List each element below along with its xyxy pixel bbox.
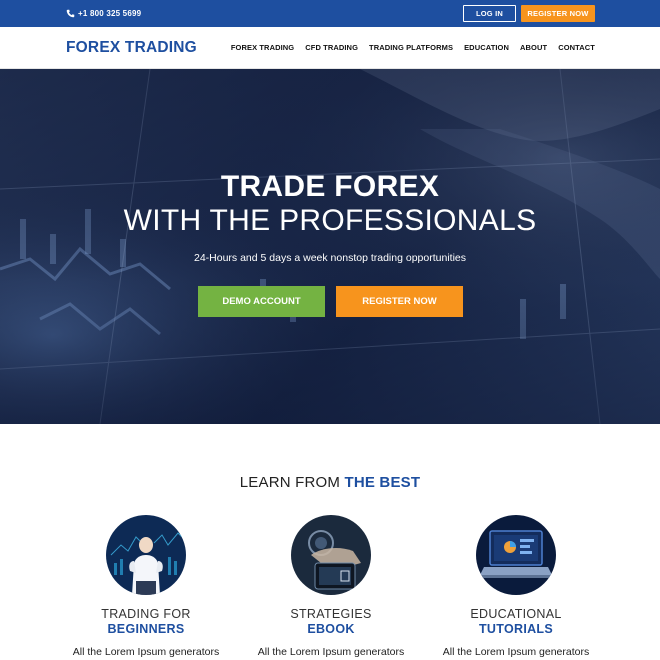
main-nav: FOREX TRADING CFD TRADING TRADING PLATFO… [231, 43, 595, 52]
register-button-top[interactable]: REGISTER NOW [521, 5, 595, 22]
register-now-button[interactable]: REGISTER NOW [336, 286, 463, 317]
feature-beginners-line2[interactable]: BEGINNERS [61, 622, 231, 636]
phone-number[interactable]: +1 800 325 5699 [66, 7, 141, 20]
learn-title-accent: THE BEST [344, 474, 421, 491]
hero-banner: TRADE FOREX WITH THE PROFESSIONALS 24-Ho… [0, 69, 660, 424]
feature-tutorials: EDUCATIONAL TUTORIALS All the Lorem Ipsu… [431, 515, 601, 658]
feature-beginners-desc: All the Lorem Ipsum generators [72, 646, 220, 658]
learn-title-prefix: LEARN FROM [239, 474, 345, 491]
hero-title-line2: WITH THE PROFESSIONALS [123, 204, 537, 237]
learn-section-title: LEARN FROM THE BEST [0, 474, 660, 491]
nav-contact[interactable]: CONTACT [558, 43, 595, 52]
feature-tutorials-desc: All the Lorem Ipsum generators [442, 646, 590, 658]
hero-title-line1: TRADE FOREX [220, 170, 440, 203]
tablet-hand-icon [291, 515, 371, 595]
hero-background-image [0, 69, 660, 424]
site-header: FOREX TRADING FOREX TRADING CFD TRADING … [0, 27, 660, 69]
laptop-dashboard-icon [476, 515, 556, 595]
feature-tutorials-line1: EDUCATIONAL [470, 607, 562, 621]
nav-cfd-trading[interactable]: CFD TRADING [305, 43, 358, 52]
feature-beginners-line1: TRADING FOR [101, 607, 191, 621]
feature-tutorials-line2[interactable]: TUTORIALS [431, 622, 601, 636]
phone-text: +1 800 325 5699 [78, 9, 142, 18]
top-bar: +1 800 325 5699 LOG IN REGISTER NOW [0, 0, 660, 27]
feature-beginners: TRADING FOR BEGINNERS All the Lorem Ipsu… [61, 515, 231, 658]
businessman-chart-icon [106, 515, 186, 595]
phone-icon [66, 9, 75, 18]
nav-forex-trading[interactable]: FOREX TRADING [231, 43, 294, 52]
site-logo[interactable]: FOREX TRADING [66, 39, 197, 57]
login-button[interactable]: LOG IN [463, 5, 516, 22]
feature-ebook-line1: STRATEGIES [290, 607, 372, 621]
feature-ebook-desc: All the Lorem Ipsum generators [257, 646, 405, 658]
feature-ebook-line2[interactable]: EBOOK [246, 622, 416, 636]
demo-account-button[interactable]: DEMO ACCOUNT [198, 286, 325, 317]
nav-education[interactable]: EDUCATION [464, 43, 509, 52]
feature-ebook: STRATEGIES EBOOK All the Lorem Ipsum gen… [246, 515, 416, 658]
hero-subtitle: 24-Hours and 5 days a week nonstop tradi… [193, 252, 466, 264]
nav-about[interactable]: ABOUT [520, 43, 547, 52]
nav-trading-platforms[interactable]: TRADING PLATFORMS [369, 43, 453, 52]
